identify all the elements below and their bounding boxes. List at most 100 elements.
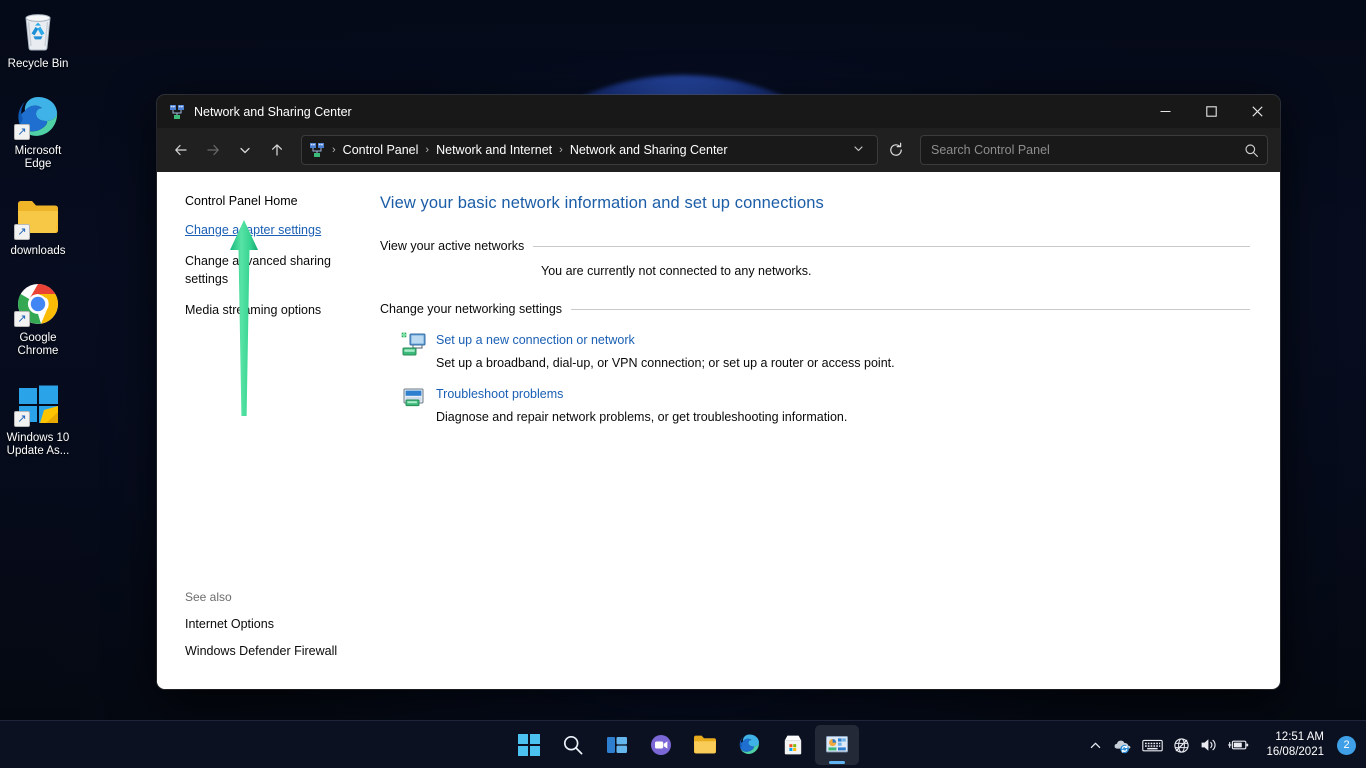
breadcrumb[interactable]: › Control Panel › Network and Internet ›… [301,135,878,165]
desktop-icon-label: downloads [11,245,66,258]
change-settings-heading: Change your networking settings [380,302,562,316]
sidebar-item-windows-defender-firewall[interactable]: Windows Defender Firewall [185,642,360,660]
active-networks-heading: View your active networks [380,239,524,253]
desktop-icon-microsoft-edge[interactable]: ↗ Microsoft Edge [0,93,76,171]
battery-charging-icon [1228,738,1249,752]
sidebar-item-change-advanced-sharing-settings[interactable]: Change advanced sharing settings [185,252,360,288]
sidebar-item-change-adapter-settings[interactable]: Change adapter settings [185,221,360,239]
page-title: View your basic network information and … [380,194,1250,213]
shortcut-arrow-badge: ↗ [14,411,30,427]
shortcut-arrow-badge: ↗ [14,311,30,327]
file-explorer-button[interactable] [683,725,727,765]
folder-icon: ↗ [14,193,62,241]
sidebar-item-media-streaming-options[interactable]: Media streaming options [185,301,360,319]
link-troubleshoot-problems[interactable]: Troubleshoot problems [436,387,563,401]
edge-button[interactable] [727,725,771,765]
task-view-button[interactable] [595,725,639,765]
onedrive-sync-button[interactable] [1108,728,1137,762]
search-icon [562,734,584,756]
task-description: Diagnose and repair network problems, or… [436,410,847,424]
touch-keyboard-button[interactable] [1137,728,1168,762]
recent-locations-button[interactable] [229,135,261,165]
minimize-button[interactable] [1142,95,1188,128]
speaker-icon [1200,737,1218,753]
task-description: Set up a broadband, dial-up, or VPN conn… [436,356,895,370]
back-button[interactable] [165,135,197,165]
network-sharing-center-icon [169,104,185,120]
desktop-icon-label: Google Chrome [0,332,76,358]
microsoft-store-button[interactable] [771,725,815,765]
sidebar-item-control-panel-home[interactable]: Control Panel Home [185,192,360,210]
breadcrumb-item-network-and-internet[interactable]: Network and Internet [436,143,552,157]
folder-icon [693,734,717,755]
maximize-button[interactable] [1188,95,1234,128]
search-button[interactable] [551,725,595,765]
show-hidden-icons-button[interactable] [1082,728,1108,762]
chat-button[interactable] [639,725,683,765]
sidebar-spacer [185,332,360,590]
section-divider [533,246,1250,247]
desktop-icon-list: Recycle Bin ↗ Microsoft Edge ↗ downloads [0,6,76,458]
breadcrumb-item-control-panel[interactable]: Control Panel [343,143,419,157]
up-button[interactable] [261,135,293,165]
task-text-wrap: Set up a new connection or network Set u… [436,330,895,370]
desktop-icon-google-chrome[interactable]: ↗ Google Chrome [0,280,76,358]
battery-button[interactable] [1223,728,1254,762]
clock-date: 16/08/2021 [1266,745,1324,760]
forward-button[interactable] [197,135,229,165]
chevron-down-icon[interactable] [846,142,871,158]
sidebar-item-internet-options[interactable]: Internet Options [185,615,360,633]
link-setup-new-connection[interactable]: Set up a new connection or network [436,333,635,347]
taskbar-center-group [507,725,859,765]
system-tray: 12:51 AM 16/08/2021 2 [1082,721,1366,768]
active-networks-group-header: View your active networks [380,239,1250,253]
window-titlebar: Network and Sharing Center [157,95,1280,128]
task-troubleshoot-problems[interactable]: Troubleshoot problems Diagnose and repai… [380,384,1250,424]
desktop-icon-windows-10-update-assistant[interactable]: ↗ Windows 10 Update As... [0,380,76,458]
microsoft-edge-icon [738,733,761,756]
task-view-icon [606,735,628,755]
refresh-button[interactable] [880,135,912,165]
network-disconnected-button[interactable] [1168,728,1195,762]
window-title: Network and Sharing Center [194,105,352,119]
see-also-section: See also Internet Options Windows Defend… [185,590,360,689]
chevron-up-icon [1089,739,1102,752]
desktop-icon-label: Windows 10 Update As... [0,432,76,458]
search-input[interactable] [931,143,1244,157]
cloud-sync-icon [1113,737,1132,754]
main-content: View your basic network information and … [374,172,1280,689]
shortcut-arrow-badge: ↗ [14,124,30,140]
task-setup-new-connection[interactable]: Set up a new connection or network Set u… [380,330,1250,370]
window-controls [1142,95,1280,128]
clock-time: 12:51 AM [1275,730,1324,745]
microsoft-store-icon [782,734,804,756]
control-panel-button[interactable] [815,725,859,765]
windows-logo-icon [518,734,540,756]
search-box[interactable] [920,135,1268,165]
volume-button[interactable] [1195,728,1223,762]
breadcrumb-separator: › [559,144,563,156]
section-divider [571,309,1250,310]
desktop-icon-label: Microsoft Edge [0,145,76,171]
taskbar: 12:51 AM 16/08/2021 2 [0,720,1366,768]
control-panel-body: Control Panel Home Change adapter settin… [157,172,1280,689]
notification-badge[interactable]: 2 [1337,736,1356,755]
desktop-icon-downloads[interactable]: ↗ downloads [0,193,76,258]
task-text-wrap: Troubleshoot problems Diagnose and repai… [436,384,847,424]
close-button[interactable] [1234,95,1280,128]
see-also-heading: See also [185,590,360,604]
network-sharing-center-window: Network and Sharing Center [157,95,1280,689]
window-toolbar: › Control Panel › Network and Internet ›… [157,128,1280,172]
desktop-icon-recycle-bin[interactable]: Recycle Bin [0,6,76,71]
desktop-icon-label: Recycle Bin [8,58,69,71]
new-connection-icon [398,332,428,360]
shortcut-arrow-badge: ↗ [14,224,30,240]
breadcrumb-separator: › [332,144,336,156]
clock[interactable]: 12:51 AM 16/08/2021 [1262,730,1328,760]
control-panel-icon [309,142,325,158]
keyboard-icon [1142,738,1163,753]
breadcrumb-item-network-and-sharing-center[interactable]: Network and Sharing Center [570,143,728,157]
no-network-message: You are currently not connected to any n… [541,264,1250,278]
troubleshoot-icon [398,386,428,414]
start-button[interactable] [507,725,551,765]
